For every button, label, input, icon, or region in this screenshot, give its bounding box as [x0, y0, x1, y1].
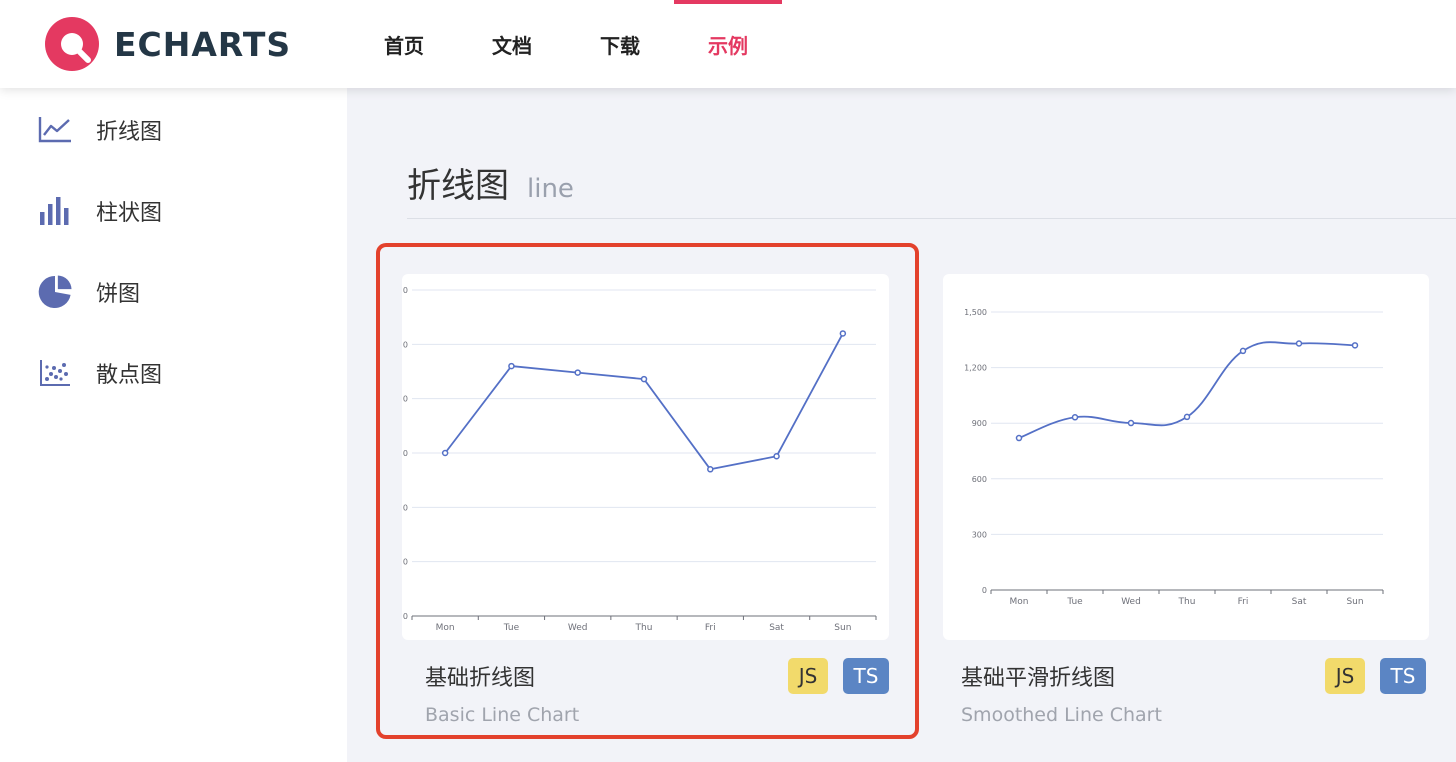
data-point	[1015, 434, 1023, 442]
sidebar-item-line[interactable]: 折线图	[0, 100, 347, 160]
basic-line-chart: 0 0 0 0 0 0 0 Mon Tue Wed Thu Fri Sat Sun	[403, 286, 877, 633]
data-point	[640, 375, 648, 383]
x-tick-label: Fri	[1238, 597, 1249, 607]
x-tick-label: Mon	[1010, 597, 1029, 607]
ts-badge[interactable]: TS	[843, 658, 889, 694]
smoothed-line-chart: 0 300 600 900 1,200 1,500 Mon Tue Wed Thu Fri Sat Su…	[964, 308, 1384, 607]
bar-chart-icon	[38, 194, 72, 228]
y-tick-label: 0	[403, 612, 408, 621]
x-tick-label: Wed	[1121, 597, 1141, 607]
sidebar-item-label: 散点图	[96, 363, 163, 388]
y-tick-label: 1,200	[964, 364, 987, 373]
section-title: 折线图 line	[407, 158, 574, 207]
card-title[interactable]: 基础平滑折线图	[961, 660, 1115, 692]
nav-examples[interactable]: 示例	[674, 0, 782, 88]
sidebar-item-scatter[interactable]: 散点图	[0, 343, 347, 403]
example-card-thumbnail[interactable]: 0 0 0 0 0 0 0 Mon Tue Wed Thu Fri Sat Sun	[402, 274, 889, 640]
y-tick-label: 0	[403, 503, 408, 512]
data-point	[1183, 413, 1191, 421]
card-subtitle: Basic Line Chart	[425, 704, 580, 726]
js-badge[interactable]: JS	[1325, 658, 1365, 694]
example-card-thumbnail[interactable]: 0 300 600 900 1,200 1,500 Mon Tue Wed Thu Fri Sat Su…	[943, 274, 1429, 640]
y-tick-label: 0	[403, 449, 408, 458]
sidebar-item-label: 饼图	[96, 282, 141, 307]
data-point	[574, 369, 581, 376]
line-chart-icon	[38, 113, 72, 147]
echarts-logo[interactable]: ECHARTS	[44, 14, 291, 74]
nav-home[interactable]: 首页	[350, 0, 458, 88]
data-point	[508, 362, 515, 370]
y-tick-label: 0	[982, 586, 987, 595]
js-badge[interactable]: JS	[788, 658, 828, 694]
sidebar-item-label: 折线图	[96, 120, 163, 145]
y-tick-label: 0	[403, 340, 408, 349]
nav-download[interactable]: 下载	[566, 0, 674, 88]
scatter-chart-icon	[38, 356, 72, 390]
section-title-en: line	[527, 174, 574, 204]
top-nav: 首页 文档 下载 示例	[350, 0, 782, 88]
ts-badge[interactable]: TS	[1380, 658, 1426, 694]
data-point	[1239, 347, 1247, 355]
y-tick-label: 0	[403, 395, 408, 404]
x-tick-label: Fri	[705, 623, 716, 633]
y-tick-label: 300	[972, 530, 987, 539]
y-tick-label: 0	[403, 558, 408, 567]
data-point	[1127, 419, 1135, 427]
sidebar-item-label: 柱状图	[96, 201, 163, 226]
y-tick-label: 600	[972, 475, 987, 484]
logo-text: ECHARTS	[114, 24, 292, 64]
data-point	[839, 330, 847, 337]
x-tick-label: Thu	[1178, 597, 1196, 607]
data-point	[707, 466, 714, 473]
y-tick-label: 900	[972, 419, 987, 428]
x-tick-label: Sat	[1292, 597, 1307, 607]
pie-chart-icon	[38, 275, 72, 309]
card-subtitle: Smoothed Line Chart	[961, 704, 1162, 726]
y-tick-label: 0	[403, 286, 408, 295]
x-tick-label: Sun	[834, 623, 851, 633]
top-header: ECHARTS 首页 文档 下载 示例	[0, 0, 1456, 88]
section-divider	[407, 218, 1456, 219]
sidebar: 折线图 柱状图 饼图 散点图	[0, 88, 347, 762]
sidebar-item-bar[interactable]: 柱状图	[0, 181, 347, 241]
x-tick-label: Wed	[568, 623, 588, 633]
x-tick-label: Tue	[503, 623, 520, 633]
data-point	[1295, 340, 1303, 347]
series-line	[444, 333, 844, 471]
x-tick-label: Thu	[635, 623, 653, 633]
echarts-logo-icon	[45, 17, 99, 71]
data-point	[441, 449, 449, 457]
sidebar-item-pie[interactable]: 饼图	[0, 262, 347, 322]
x-tick-label: Tue	[1066, 597, 1083, 607]
y-tick-label: 1,500	[964, 308, 987, 317]
x-tick-label: Sun	[1346, 597, 1363, 607]
x-tick-label: Sat	[769, 623, 784, 633]
section-title-zh: 折线图	[407, 166, 509, 206]
nav-docs[interactable]: 文档	[458, 0, 566, 88]
data-point	[1071, 414, 1079, 421]
data-point	[773, 453, 780, 460]
x-tick-label: Mon	[436, 623, 455, 633]
card-title[interactable]: 基础折线图	[425, 660, 535, 692]
data-point	[1351, 342, 1359, 349]
